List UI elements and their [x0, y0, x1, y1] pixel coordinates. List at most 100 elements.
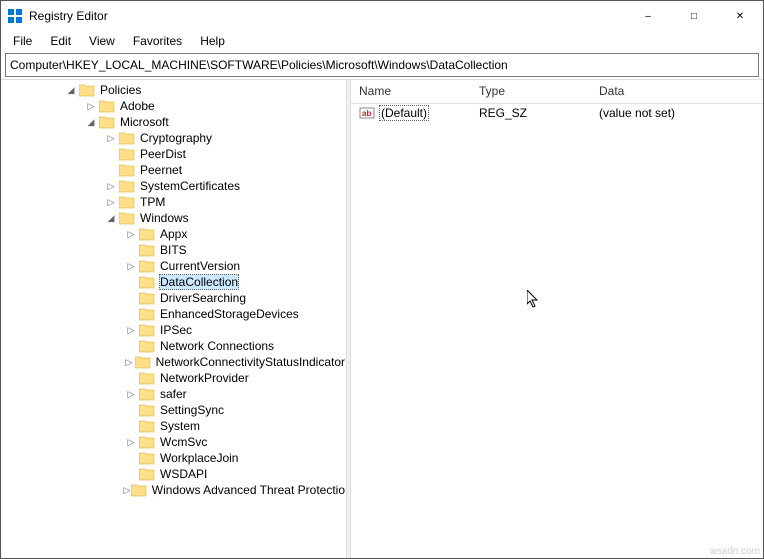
tree-item-driversearching[interactable]: DriverSearching: [1, 290, 346, 306]
tree-label: IPSec: [159, 323, 193, 337]
tree-label: safer: [159, 387, 188, 401]
folder-icon: [99, 99, 115, 113]
menu-file[interactable]: File: [5, 32, 40, 50]
tree-item-adobe[interactable]: ▷ Adobe: [1, 98, 346, 114]
tree-item-enhancedstorage[interactable]: EnhancedStorageDevices: [1, 306, 346, 322]
chevron-right-icon[interactable]: ▷: [123, 434, 139, 450]
chevron-down-icon[interactable]: ◢: [103, 210, 119, 226]
window-title: Registry Editor: [29, 9, 625, 23]
chevron-right-icon[interactable]: ▷: [123, 482, 131, 498]
tree-item-tpm[interactable]: ▷ TPM: [1, 194, 346, 210]
minimize-button[interactable]: –: [625, 1, 671, 31]
tree-label: System: [159, 419, 201, 433]
chevron-right-icon[interactable]: ▷: [123, 386, 139, 402]
tree-item-peerdist[interactable]: PeerDist: [1, 146, 346, 162]
folder-icon: [139, 291, 155, 305]
menubar: File Edit View Favorites Help: [1, 31, 763, 51]
tree-item-peernet[interactable]: Peernet: [1, 162, 346, 178]
value-data: (value not set): [591, 106, 763, 120]
tree-item-windows[interactable]: ◢ Windows: [1, 210, 346, 226]
tree-label: WcmSvc: [159, 435, 208, 449]
tree-item-wcmsvc[interactable]: ▷ WcmSvc: [1, 434, 346, 450]
tree-item-settingsync[interactable]: SettingSync: [1, 402, 346, 418]
app-icon: [7, 8, 23, 24]
tree-label: Adobe: [119, 99, 156, 113]
chevron-right-icon[interactable]: ▷: [123, 322, 139, 338]
tree-label: WSDAPI: [159, 467, 208, 481]
folder-icon: [139, 467, 155, 481]
tree-label: Network Connections: [159, 339, 275, 353]
folder-icon: [139, 323, 155, 337]
tree-item-microsoft[interactable]: ◢ Microsoft: [1, 114, 346, 130]
tree-item-safer[interactable]: ▷ safer: [1, 386, 346, 402]
tree-label: CurrentVersion: [159, 259, 241, 273]
chevron-right-icon[interactable]: ▷: [103, 130, 119, 146]
menu-view[interactable]: View: [81, 32, 123, 50]
chevron-right-icon[interactable]: ▷: [103, 178, 119, 194]
tree-item-currentversion[interactable]: ▷ CurrentVersion: [1, 258, 346, 274]
chevron-right-icon[interactable]: ▷: [123, 354, 135, 370]
tree-label: WorkplaceJoin: [159, 451, 239, 465]
tree-item-netprovider[interactable]: NetworkProvider: [1, 370, 346, 386]
tree-label: Appx: [159, 227, 188, 241]
tree-label: Microsoft: [119, 115, 170, 129]
tree-item-policies[interactable]: ◢Policies: [1, 82, 346, 98]
tree-item-wsdapi[interactable]: WSDAPI: [1, 466, 346, 482]
tree-pane[interactable]: ◢Policies ▷ Adobe ◢ Microsoft ▷Cryptograph…: [1, 80, 346, 558]
tree-item-systemcertificates[interactable]: ▷ SystemCertificates: [1, 178, 346, 194]
folder-icon: [139, 259, 155, 273]
tree-item-system[interactable]: System: [1, 418, 346, 434]
value-type: REG_SZ: [471, 106, 591, 120]
folder-icon: [79, 83, 95, 97]
string-value-icon: ab: [359, 105, 375, 121]
close-button[interactable]: ✕: [717, 1, 763, 31]
list-pane[interactable]: Name Type Data ab (Default) REG_SZ (valu…: [351, 80, 763, 558]
chevron-down-icon[interactable]: ◢: [83, 114, 99, 130]
menu-favorites[interactable]: Favorites: [125, 32, 190, 50]
tree-label: TPM: [139, 195, 166, 209]
folder-icon: [139, 451, 155, 465]
list-row[interactable]: ab (Default) REG_SZ (value not set): [351, 104, 763, 122]
folder-icon: [139, 307, 155, 321]
folder-icon: [139, 227, 155, 241]
column-header-data[interactable]: Data: [591, 80, 763, 103]
tree-item-datacollection[interactable]: DataCollection: [1, 274, 346, 290]
folder-icon: [131, 483, 147, 497]
folder-icon: [119, 195, 135, 209]
chevron-down-icon[interactable]: ◢: [63, 82, 79, 98]
address-bar[interactable]: Computer\HKEY_LOCAL_MACHINE\SOFTWARE\Pol…: [5, 53, 759, 77]
folder-icon: [139, 419, 155, 433]
content-area: ◢Policies ▷ Adobe ◢ Microsoft ▷Cryptograph…: [1, 79, 763, 558]
tree-item-ipsec[interactable]: ▷ IPSec: [1, 322, 346, 338]
chevron-right-icon[interactable]: ▷: [123, 258, 139, 274]
tree-item-appx[interactable]: ▷ Appx: [1, 226, 346, 242]
chevron-right-icon[interactable]: ▷: [83, 98, 99, 114]
menu-help[interactable]: Help: [192, 32, 233, 50]
tree-item-cryptography[interactable]: ▷Cryptography: [1, 130, 346, 146]
folder-icon: [139, 243, 155, 257]
column-header-type[interactable]: Type: [471, 80, 591, 103]
column-header-name[interactable]: Name: [351, 80, 471, 103]
maximize-button[interactable]: □: [671, 1, 717, 31]
folder-icon: [99, 115, 115, 129]
chevron-right-icon[interactable]: ▷: [103, 194, 119, 210]
list-header: Name Type Data: [351, 80, 763, 104]
tree-item-truncated[interactable]: ▷Windows Advanced Threat Protectio: [1, 482, 346, 498]
tree-item-workplacejoin[interactable]: WorkplaceJoin: [1, 450, 346, 466]
folder-icon: [139, 371, 155, 385]
chevron-right-icon[interactable]: ▷: [123, 226, 139, 242]
folder-icon: [139, 387, 155, 401]
tree-label: SystemCertificates: [139, 179, 241, 193]
tree-item-bits[interactable]: BITS: [1, 242, 346, 258]
watermark: wsxdn.com: [710, 546, 760, 557]
menu-edit[interactable]: Edit: [42, 32, 79, 50]
tree-label: NetworkProvider: [159, 371, 250, 385]
tree-label: Peernet: [139, 163, 183, 177]
folder-icon: [139, 435, 155, 449]
tree-item-netconnstatus[interactable]: ▷NetworkConnectivityStatusIndicator: [1, 354, 346, 370]
tree-item-netconn[interactable]: Network Connections: [1, 338, 346, 354]
tree-label: Windows: [139, 211, 190, 225]
folder-icon: [135, 355, 151, 369]
folder-icon: [139, 275, 155, 289]
tree-label-selected: DataCollection: [159, 274, 239, 290]
